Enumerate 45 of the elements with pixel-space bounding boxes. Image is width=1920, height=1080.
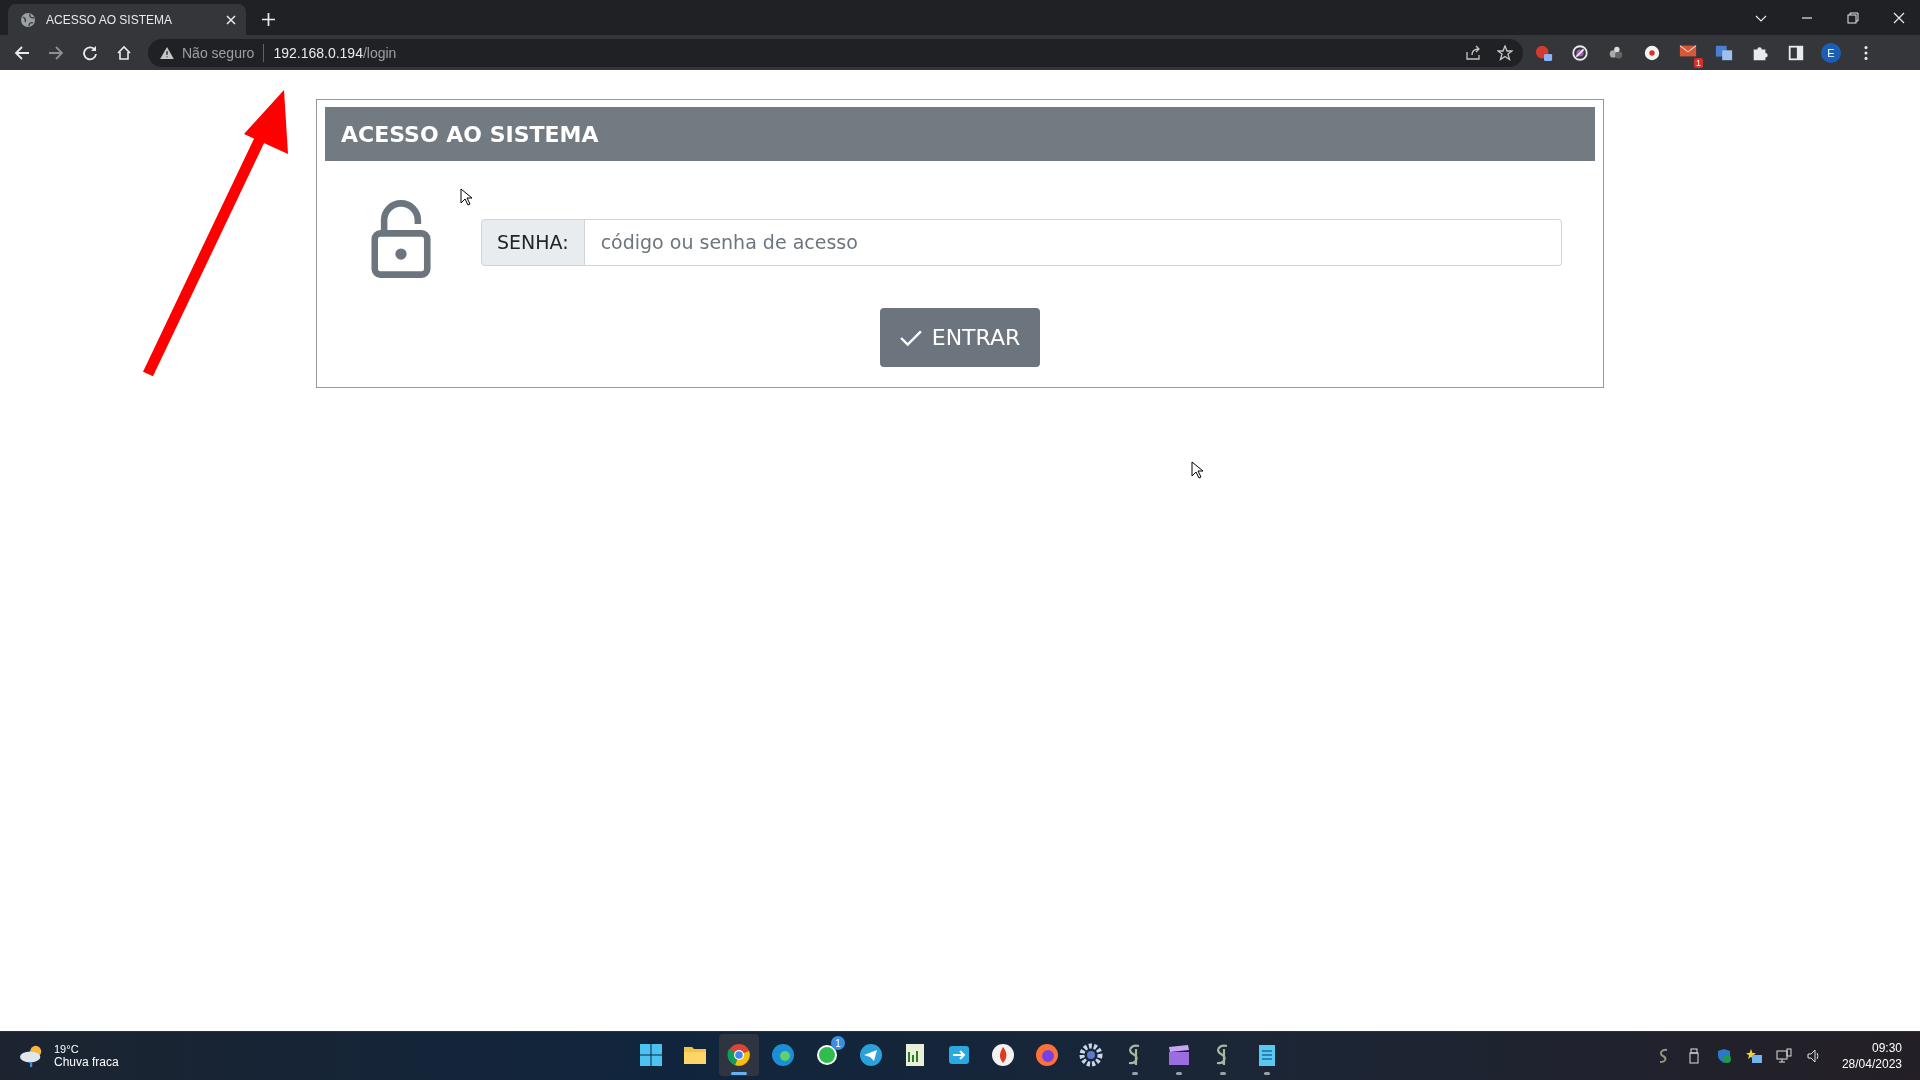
tray-app-icon[interactable] (1745, 1048, 1762, 1064)
clock-time: 09:30 (1871, 1041, 1902, 1055)
spreadsheet-icon (903, 1043, 927, 1067)
blocked-circle-icon[interactable] (1571, 43, 1589, 62)
temperature-text: 19°C (54, 1043, 80, 1055)
network-icon[interactable] (1775, 1048, 1792, 1064)
address-bar[interactable]: Não seguro 192.168.0.194/login (148, 38, 1523, 67)
login-button[interactable]: ENTRAR (880, 308, 1040, 367)
password-field[interactable]: código ou senha de acesso (584, 218, 1562, 266)
side-panel-icon[interactable] (1787, 43, 1805, 62)
translate-icon[interactable] (1715, 43, 1733, 62)
taskbar-app-button[interactable] (719, 1034, 759, 1076)
weather-condition: Chuva fraca (54, 1055, 119, 1069)
speaker-icon[interactable] (1805, 1048, 1822, 1064)
mouse-pointer-icon (460, 188, 472, 206)
close-icon[interactable] (226, 14, 236, 25)
password-label: SENHA: (481, 218, 585, 266)
mouse-pointer-icon (1191, 461, 1203, 479)
profile-avatar[interactable]: E (1821, 42, 1841, 63)
record-icon[interactable] (1643, 43, 1661, 62)
restore-icon[interactable] (1847, 12, 1859, 24)
globe-icon (20, 11, 36, 28)
unlocked-padlock-icon (371, 200, 431, 278)
warning-icon (160, 46, 174, 59)
checkmark-icon (899, 328, 922, 347)
gear-icon (1079, 1043, 1103, 1067)
url-text: 192.168.0.194/login (273, 44, 397, 61)
security-label: Não seguro (182, 44, 255, 61)
tab-title: ACESSO AO SISTEMA (46, 12, 174, 27)
clock-button[interactable]: 09:30 28/04/2023 (1841, 1041, 1902, 1071)
notification-badge: 1 (1694, 57, 1703, 68)
clock-date: 28/04/2023 (1841, 1057, 1902, 1071)
close-icon[interactable] (1893, 12, 1905, 24)
star-icon[interactable] (1497, 44, 1513, 61)
notification-badge: 1 (831, 1036, 845, 1050)
browser-tab[interactable]: ACESSO AO SISTEMA (8, 4, 246, 35)
shield-check-icon[interactable] (1715, 1048, 1732, 1064)
start-menu-icon (639, 1043, 663, 1067)
extension-icon[interactable] (1535, 43, 1553, 62)
new-tab-icon[interactable] (262, 13, 275, 26)
card-title: ACESSO AO SISTEMA (341, 121, 599, 147)
clapperboard-icon (1167, 1043, 1191, 1067)
paper-plane-icon (859, 1043, 883, 1067)
share-icon[interactable] (1465, 44, 1481, 61)
flame-icon (991, 1043, 1015, 1067)
